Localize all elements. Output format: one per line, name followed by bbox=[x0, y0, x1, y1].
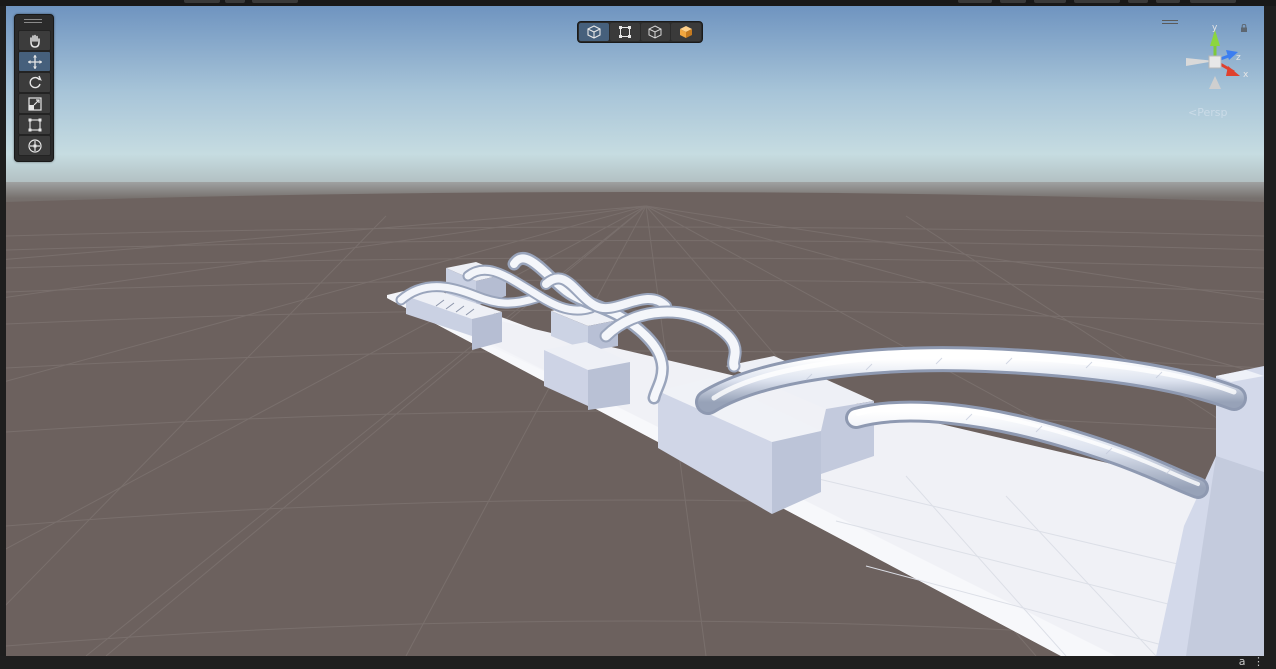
rect-tool-button[interactable] bbox=[18, 114, 51, 135]
orientation-gizmo[interactable]: y z x <Persp bbox=[1162, 16, 1260, 126]
bottom-status-bar: a ⋮ bbox=[0, 655, 1276, 669]
hand-tool-button[interactable] bbox=[18, 30, 51, 51]
axis-y-label: y bbox=[1212, 23, 1218, 33]
projection-label[interactable]: <Persp bbox=[1188, 106, 1227, 119]
gizmo-menu-icon[interactable] bbox=[1162, 20, 1178, 26]
axis-gizmo-icon: y z x bbox=[1186, 23, 1249, 89]
move-tool-button[interactable] bbox=[18, 51, 51, 72]
rect-mode-button[interactable] bbox=[609, 23, 640, 41]
scene-render[interactable] bbox=[6, 6, 1264, 656]
rotate-tool-button[interactable] bbox=[18, 72, 51, 93]
transform-tool-button[interactable] bbox=[18, 135, 51, 156]
rotate-icon bbox=[29, 75, 42, 88]
axis-x-label: x bbox=[1243, 70, 1249, 80]
view-mode-toolbar bbox=[577, 21, 703, 43]
shaded-mode-button[interactable] bbox=[579, 23, 609, 41]
wire-mode-button[interactable] bbox=[640, 23, 671, 41]
status-text[interactable]: a ⋮ bbox=[1239, 655, 1266, 668]
axis-z-label: z bbox=[1236, 53, 1241, 63]
colored-cube-icon bbox=[680, 26, 693, 38]
rect-transform-icon bbox=[28, 118, 41, 131]
scene-viewport[interactable]: y z x <Persp bbox=[6, 6, 1264, 656]
panel-grip-icon[interactable] bbox=[24, 19, 42, 25]
scale-icon bbox=[27, 96, 42, 111]
wire-cube-icon bbox=[648, 25, 662, 39]
colored-mode-button[interactable] bbox=[671, 23, 701, 41]
shaded-cube-icon bbox=[587, 25, 601, 39]
rect-icon bbox=[618, 26, 631, 38]
move-icon bbox=[27, 54, 42, 69]
hand-icon bbox=[29, 34, 40, 48]
transform-icon bbox=[27, 138, 42, 153]
tool-panel bbox=[14, 14, 54, 162]
scale-tool-button[interactable] bbox=[18, 93, 51, 114]
right-panel-strip bbox=[1264, 6, 1276, 656]
